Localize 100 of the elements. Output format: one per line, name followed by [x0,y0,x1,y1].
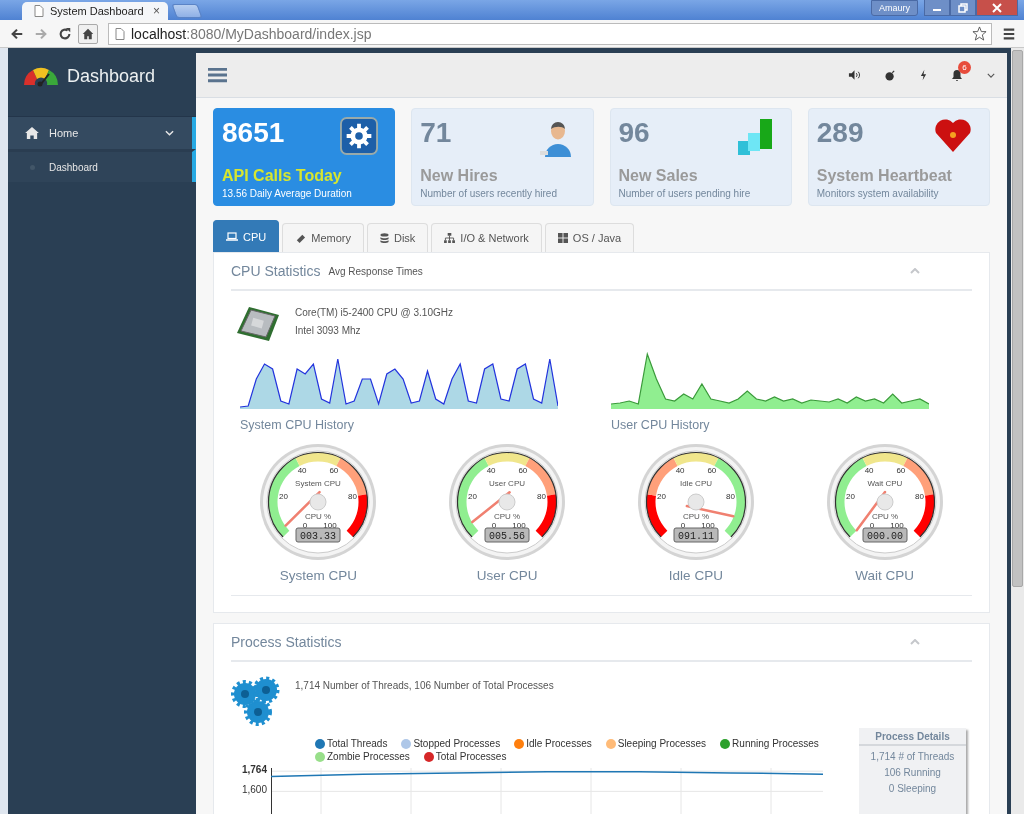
axis-label: 1,600 [241,784,267,796]
cpu-model: Core(TM) i5-2400 CPU @ 3.10GHz [295,307,453,318]
scale-label: 80 [726,491,735,501]
windows-icon [557,233,568,243]
gauge-title: Wait CPU [867,479,903,488]
chart-label: User CPU History [611,418,711,432]
tab[interactable]: Disk [366,223,429,252]
scale-label: 20 [845,491,855,501]
scale-label: 40 [675,465,685,475]
close-icon [992,2,1002,13]
needle-hub [309,493,327,511]
gauge-label: Idle CPU [668,568,723,583]
needle-hub [687,493,705,511]
legend-item[interactable]: Idle Processes [514,738,592,749]
lcd-display: 000.00 [862,527,908,543]
gear-icon [340,117,379,155]
menu-icon[interactable] [1002,26,1016,41]
stat-value: 289 [816,117,864,149]
browser-tab[interactable]: System Dashboard × [22,2,168,20]
minimize-button[interactable] [924,0,950,16]
notification-badge: 6 [958,61,971,74]
scale-label: 100 [323,521,338,530]
reload-icon[interactable] [58,26,72,41]
gauge-title: System CPU [295,479,342,488]
tab-title: System Dashboard [50,5,145,17]
address-field[interactable]: localhost:8080/MyDashboard/index.jsp [108,22,992,45]
scale-label: 100 [701,521,715,530]
bolt-icon[interactable] [920,69,927,81]
stat-title: New Sales [618,167,699,185]
gauge-title: Idle CPU [679,479,712,488]
stat-subtitle: Number of users pending hire [618,188,752,199]
scrollbar[interactable] [1007,48,1024,814]
page-icon [115,27,125,40]
lcd-display: 091.11 [673,527,719,543]
menu-icon[interactable] [208,67,227,83]
scale-label: 60 [896,465,905,475]
heart-icon [933,117,973,153]
gauge-unit: CPU % [494,512,521,521]
panel-title: Process Statistics [231,634,342,650]
menu-item[interactable]: Home [8,117,196,149]
restore-icon [958,2,968,13]
scale-label: 80 [914,491,924,501]
scale-label: 40 [864,465,874,475]
bell-icon[interactable] [951,69,963,81]
scale-label: 100 [512,521,526,530]
process-summary: 1,714 Number of Threads, 106 Number of Total Processes [295,679,554,693]
gauge-label: System CPU [279,568,357,583]
cpu-speed: Intel 3093 Mhz [295,325,362,336]
home-icon [82,27,94,40]
scale-label: 0 [491,521,497,530]
chart-label: System CPU History [240,418,355,432]
details-title: Process Details [859,728,966,746]
brand-title: Dashboard [67,65,156,87]
bomb-icon[interactable] [885,69,896,81]
scale-label: 60 [329,465,339,475]
scale-label: 20 [656,491,666,501]
database-icon [379,232,389,244]
speaker-icon[interactable] [848,70,861,80]
minimize-icon [933,9,941,11]
scale-label: 60 [707,465,717,475]
memory-icon [295,232,307,244]
home-button[interactable] [78,23,98,44]
scale-label: 60 [518,465,528,475]
scroll-thumb[interactable] [1012,50,1023,587]
lcd-display: 005.56 [484,527,530,543]
gauge-unit: CPU % [305,512,332,521]
lcd-display: 003.33 [295,527,341,543]
scale-label: 0 [303,521,308,530]
gauge-label: Wait CPU [855,568,914,583]
tab[interactable]: OS / Java [544,223,635,252]
close-tab-button[interactable]: × [153,4,160,18]
home-icon [25,127,39,139]
stat-subtitle: 13.56 Daily Average Duration [222,188,353,199]
scale-label: 0 [680,521,686,530]
restore-button[interactable] [950,0,976,16]
tab[interactable]: Memory [282,223,364,252]
details-line: 106 Running [884,767,941,778]
page-icon [34,5,44,17]
stat-title: System Heartbeat [816,167,953,185]
speedometer-icon [21,65,61,87]
caret-icon[interactable] [987,72,995,78]
panel-subtitle: Avg Response Times [328,265,423,277]
scale-label: 20 [279,491,289,501]
legend-label: Total Threads [327,738,388,749]
tab[interactable]: I/O & Network [431,223,542,252]
tab[interactable]: CPU [213,220,280,252]
axis-label: 1,764 [241,764,267,776]
legend-item[interactable]: Total Threads [315,738,388,749]
needle-hub [876,493,894,511]
stat-value: 8651 [222,117,285,149]
scale-label: 40 [486,465,496,475]
scale-label: 100 [889,521,904,530]
star-icon[interactable] [972,26,987,41]
stat-value: 71 [420,117,452,149]
scale-label: 80 [537,491,547,501]
gauge-unit: CPU % [682,512,709,521]
back-icon[interactable] [10,26,24,41]
stat-title: New Hires [420,167,499,185]
details-line: 0 Sleeping [888,783,937,794]
close-button[interactable] [976,0,1018,16]
